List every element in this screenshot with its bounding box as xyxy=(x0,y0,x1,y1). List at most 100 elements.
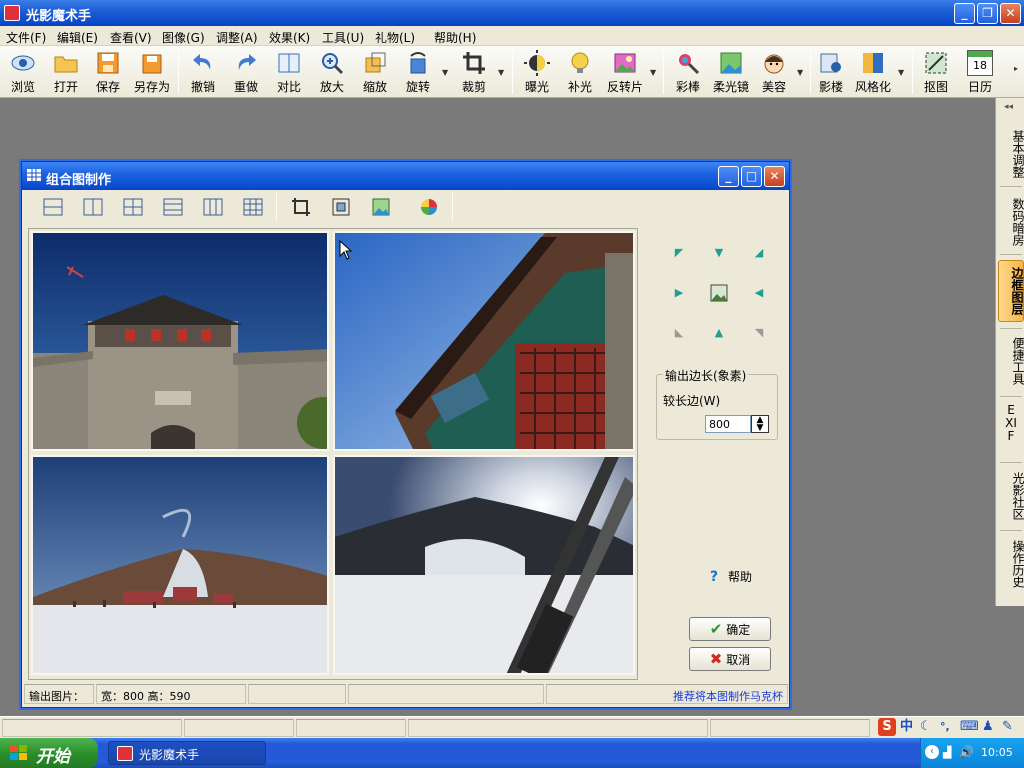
arrow-right-icon[interactable]: ▶ xyxy=(672,286,686,300)
rotate-button[interactable]: 旋转 xyxy=(399,48,437,96)
crop-frame-icon[interactable] xyxy=(290,196,312,218)
soft-focus-button[interactable]: 柔光镜 xyxy=(710,48,752,96)
user-icon[interactable]: ♟ xyxy=(982,718,994,736)
insert-image-icon[interactable] xyxy=(370,196,392,218)
undo-button[interactable]: 撤销 xyxy=(184,48,222,96)
taskbar-app-button[interactable]: 光影魔术手 xyxy=(108,741,266,765)
stylize-button[interactable]: 风格化 xyxy=(852,48,894,96)
menu-gifts[interactable]: 礼物(L) xyxy=(375,29,415,46)
fit-frame-icon[interactable] xyxy=(330,196,352,218)
collage-canvas[interactable] xyxy=(28,228,638,680)
layout-2-rows-icon[interactable] xyxy=(42,196,64,218)
start-button[interactable]: 开始 xyxy=(0,738,98,768)
wrench-icon[interactable]: ✎ xyxy=(1002,718,1013,736)
dialog-minimize-button[interactable]: _ xyxy=(718,166,739,187)
menu-image[interactable]: 图像(G) xyxy=(162,29,205,46)
side-tab-digital-darkroom[interactable]: 数码暗房 xyxy=(998,194,1024,250)
moon-icon[interactable]: ☾ xyxy=(920,718,932,736)
layout-3-columns-icon[interactable] xyxy=(202,196,224,218)
beauty-button[interactable]: 美容 xyxy=(755,48,793,96)
rotate-dropdown-icon[interactable]: ▼ xyxy=(442,68,448,77)
browse-button[interactable]: 浏览 xyxy=(4,48,42,96)
side-tab-border-layer[interactable]: 边框图层 xyxy=(998,260,1024,322)
effects-dropdown-icon[interactable]: ▼ xyxy=(650,68,656,77)
resize-button[interactable]: 缩放 xyxy=(356,48,394,96)
reversal-film-button[interactable]: 反转片 xyxy=(603,48,647,96)
beauty-dropdown-icon[interactable]: ▼ xyxy=(797,68,803,77)
dialog-close-button[interactable]: ✕ xyxy=(764,166,785,187)
sogou-ime-icon[interactable]: S xyxy=(878,718,896,736)
redo-button[interactable]: 重做 xyxy=(227,48,265,96)
arrow-up-right-icon[interactable]: ◥ xyxy=(752,326,766,340)
save-as-label: 另存为 xyxy=(133,80,170,94)
punctuation-icon[interactable]: °, xyxy=(940,718,950,736)
open-button[interactable]: 打开 xyxy=(48,48,84,96)
save-as-button[interactable]: 另存为 xyxy=(132,48,172,96)
side-divider xyxy=(1000,462,1022,463)
studio-button[interactable]: 影楼 xyxy=(814,48,848,96)
menu-adjust[interactable]: 调整(A) xyxy=(216,29,258,46)
toolbar-overflow-icon[interactable]: ▸ xyxy=(1014,64,1018,73)
arrow-up-icon[interactable]: ▲ xyxy=(712,326,726,340)
stylize-dropdown-icon[interactable]: ▼ xyxy=(898,68,904,77)
long-side-spinner[interactable]: ▲ ▼ xyxy=(751,415,769,433)
volume-icon[interactable]: 🔊 xyxy=(959,745,974,759)
exposure-button[interactable]: 曝光 xyxy=(518,48,556,96)
side-tab-history[interactable]: 操作历史 xyxy=(998,536,1024,592)
long-side-input[interactable] xyxy=(705,415,751,433)
arrow-up-left-icon[interactable]: ◤ xyxy=(672,246,686,260)
menu-effects[interactable]: 效果(K) xyxy=(269,29,310,46)
tray-expand-icon[interactable]: ‹ xyxy=(925,745,939,759)
menu-edit[interactable]: 编辑(E) xyxy=(57,29,98,46)
menu-help[interactable]: 帮助(H) xyxy=(434,29,476,46)
crop-dropdown-icon[interactable]: ▼ xyxy=(498,68,504,77)
arrow-left-icon[interactable]: ◀ xyxy=(752,286,766,300)
save-button[interactable]: 保存 xyxy=(90,48,126,96)
side-tab-community[interactable]: 光影社区 xyxy=(998,468,1024,524)
layout-2x2-icon[interactable] xyxy=(122,196,144,218)
calendar-button[interactable]: 18 日历 xyxy=(962,48,998,96)
side-tab-basic-adjust[interactable]: 基本调整 xyxy=(998,128,1024,180)
cancel-button[interactable]: ✖ 取消 xyxy=(689,647,771,671)
system-tray: ‹ ▟ 🔊 10:05 xyxy=(920,738,1024,768)
compare-button[interactable]: 对比 xyxy=(270,48,308,96)
color-wand-button[interactable]: 彩棒 xyxy=(669,48,707,96)
network-icon[interactable]: ▟ xyxy=(943,746,951,759)
calendar-label: 日历 xyxy=(967,80,992,94)
reversal-film-icon xyxy=(614,53,636,73)
open-label: 打开 xyxy=(53,80,78,94)
close-button[interactable]: ✕ xyxy=(1000,3,1021,24)
minimize-button[interactable]: _ xyxy=(954,3,975,24)
collapse-panel-icon[interactable]: ◂◂ xyxy=(1004,102,1013,112)
layout-3x3-icon[interactable] xyxy=(242,196,264,218)
side-tab-quick-tools[interactable]: 便捷工具 xyxy=(998,334,1024,388)
restore-button[interactable]: ❐ xyxy=(977,3,998,24)
crop-button[interactable]: 裁剪 xyxy=(455,48,493,96)
menu-file[interactable]: 文件(F) xyxy=(6,29,46,46)
ok-button[interactable]: ✔ 确定 xyxy=(689,617,771,641)
zoom-in-button[interactable]: 放大 xyxy=(313,48,351,96)
collage-photo-2[interactable] xyxy=(333,231,635,451)
arrow-down-left-icon[interactable]: ◣ xyxy=(672,326,686,340)
layout-3-rows-icon[interactable] xyxy=(162,196,184,218)
collage-photo-1[interactable] xyxy=(31,231,329,451)
color-palette-icon[interactable] xyxy=(418,196,440,218)
keyboard-icon[interactable]: ⌨ xyxy=(960,718,979,736)
app-status-cell xyxy=(184,719,294,737)
cutout-button[interactable]: 抠图 xyxy=(918,48,954,96)
center-image-icon[interactable] xyxy=(710,284,728,302)
side-tab-exif[interactable]: EXIF xyxy=(1004,404,1018,460)
collage-photo-4[interactable] xyxy=(333,455,635,675)
help-link[interactable]: ? 帮助 xyxy=(710,568,752,585)
collage-photo-3[interactable] xyxy=(31,455,329,675)
fill-light-button[interactable]: 补光 xyxy=(561,48,599,96)
menu-view[interactable]: 查看(V) xyxy=(110,29,152,46)
mug-promo-link[interactable]: 推荐将本图制作马克杯 xyxy=(546,684,788,704)
resize-icon xyxy=(365,52,386,73)
ime-mode-indicator[interactable]: 中 xyxy=(900,718,913,736)
dialog-maximize-button[interactable]: □ xyxy=(741,166,762,187)
arrow-down-icon[interactable]: ▼ xyxy=(712,246,726,260)
menu-tools[interactable]: 工具(U) xyxy=(322,29,364,46)
arrow-down-right-icon[interactable]: ◢ xyxy=(752,246,766,260)
layout-2-columns-icon[interactable] xyxy=(82,196,104,218)
